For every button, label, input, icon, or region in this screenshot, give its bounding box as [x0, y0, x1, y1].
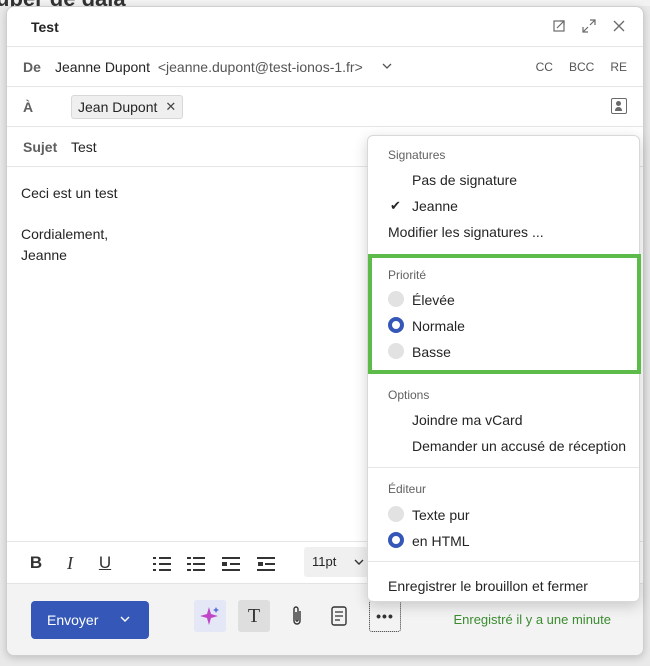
contacts-icon[interactable]	[611, 98, 627, 114]
subject-input[interactable]: Test	[71, 139, 97, 155]
title-bar: Test	[7, 7, 643, 47]
window-controls	[549, 16, 629, 36]
close-icon[interactable]	[609, 16, 629, 36]
popout-icon[interactable]	[549, 16, 569, 36]
window-title: Test	[31, 19, 59, 35]
bcc-button[interactable]: BCC	[569, 60, 594, 74]
radio-editor-plain[interactable]	[388, 506, 404, 522]
menu-divider	[368, 561, 639, 562]
menu-item-edit-signatures[interactable]: Modifier les signatures ...	[388, 224, 544, 240]
from-name: Jeanne Dupont	[55, 59, 150, 75]
menu-item-editor-plain[interactable]: Texte pur	[412, 507, 470, 523]
recipient-chip[interactable]: Jean Dupont ✕	[71, 95, 184, 119]
body-line: Ceci est un test	[21, 185, 118, 201]
send-label: Envoyer	[47, 612, 99, 628]
font-size-value: 11pt	[312, 554, 337, 569]
outdent-icon[interactable]	[222, 557, 240, 571]
underline-button[interactable]: U	[94, 553, 116, 573]
italic-button[interactable]: I	[59, 553, 81, 573]
signatures-header: Signatures	[388, 148, 446, 162]
body-line: Jeanne	[21, 247, 67, 263]
menu-item-signature-jeanne[interactable]: Jeanne	[412, 198, 458, 214]
chevron-down-icon	[354, 555, 364, 570]
recipient-type-links: CC BCC RE	[536, 60, 627, 74]
to-label: À	[23, 99, 34, 115]
saved-status: Enregistré il y a une minute	[453, 612, 611, 627]
message-body[interactable]: Ceci est un test Cordialement, Jeanne	[21, 183, 118, 266]
menu-item-attach-vcard[interactable]: Joindre ma vCard	[412, 412, 523, 428]
chevron-down-icon[interactable]	[381, 59, 393, 75]
from-label: De	[23, 59, 41, 75]
to-row: À Jean Dupont ✕	[7, 87, 643, 127]
checkmark-icon: ✔	[390, 198, 401, 213]
editor-header: Éditeur	[388, 482, 427, 496]
remove-recipient-icon[interactable]: ✕	[165, 99, 176, 115]
priority-highlight-frame	[368, 254, 641, 374]
numbered-list-icon[interactable]	[187, 557, 205, 571]
ai-sparkle-icon[interactable]	[194, 600, 226, 632]
template-icon[interactable]	[323, 600, 355, 632]
from-sender[interactable]: Jeanne Dupont <jeanne.dupont@test-ionos-…	[55, 59, 363, 75]
indent-icon[interactable]	[257, 557, 275, 571]
subject-label: Sujet	[23, 139, 58, 155]
maximize-icon[interactable]	[579, 16, 599, 36]
send-button[interactable]: Envoyer	[31, 601, 149, 639]
options-header: Options	[388, 388, 430, 402]
menu-item-no-signature[interactable]: Pas de signature	[412, 172, 517, 188]
text-format-button[interactable]: T	[238, 600, 270, 632]
bullet-list-icon[interactable]	[153, 557, 171, 571]
bold-button[interactable]: B	[25, 553, 47, 573]
re-button[interactable]: RE	[610, 60, 627, 74]
menu-item-read-receipt[interactable]: Demander un accusé de réception	[412, 438, 626, 454]
menu-item-editor-html[interactable]: en HTML	[412, 533, 470, 549]
chevron-down-icon[interactable]	[119, 613, 131, 628]
menu-divider	[368, 467, 639, 468]
more-options-button[interactable]: •••	[369, 600, 401, 632]
cc-button[interactable]: CC	[536, 60, 553, 74]
options-menu: Signatures Pas de signature ✔ Jeanne Mod…	[367, 135, 641, 602]
font-size-select[interactable]: 11pt	[304, 547, 368, 577]
body-line: Cordialement,	[21, 226, 109, 242]
radio-editor-html[interactable]	[388, 532, 404, 548]
attachment-icon[interactable]	[281, 600, 313, 632]
recipient-name: Jean Dupont	[78, 99, 158, 115]
from-row: De Jeanne Dupont <jeanne.dupont@test-ion…	[7, 47, 643, 87]
menu-item-save-and-close[interactable]: Enregistrer le brouillon et fermer	[388, 578, 588, 594]
from-email: <jeanne.dupont@test-ionos-1.fr>	[157, 59, 363, 75]
